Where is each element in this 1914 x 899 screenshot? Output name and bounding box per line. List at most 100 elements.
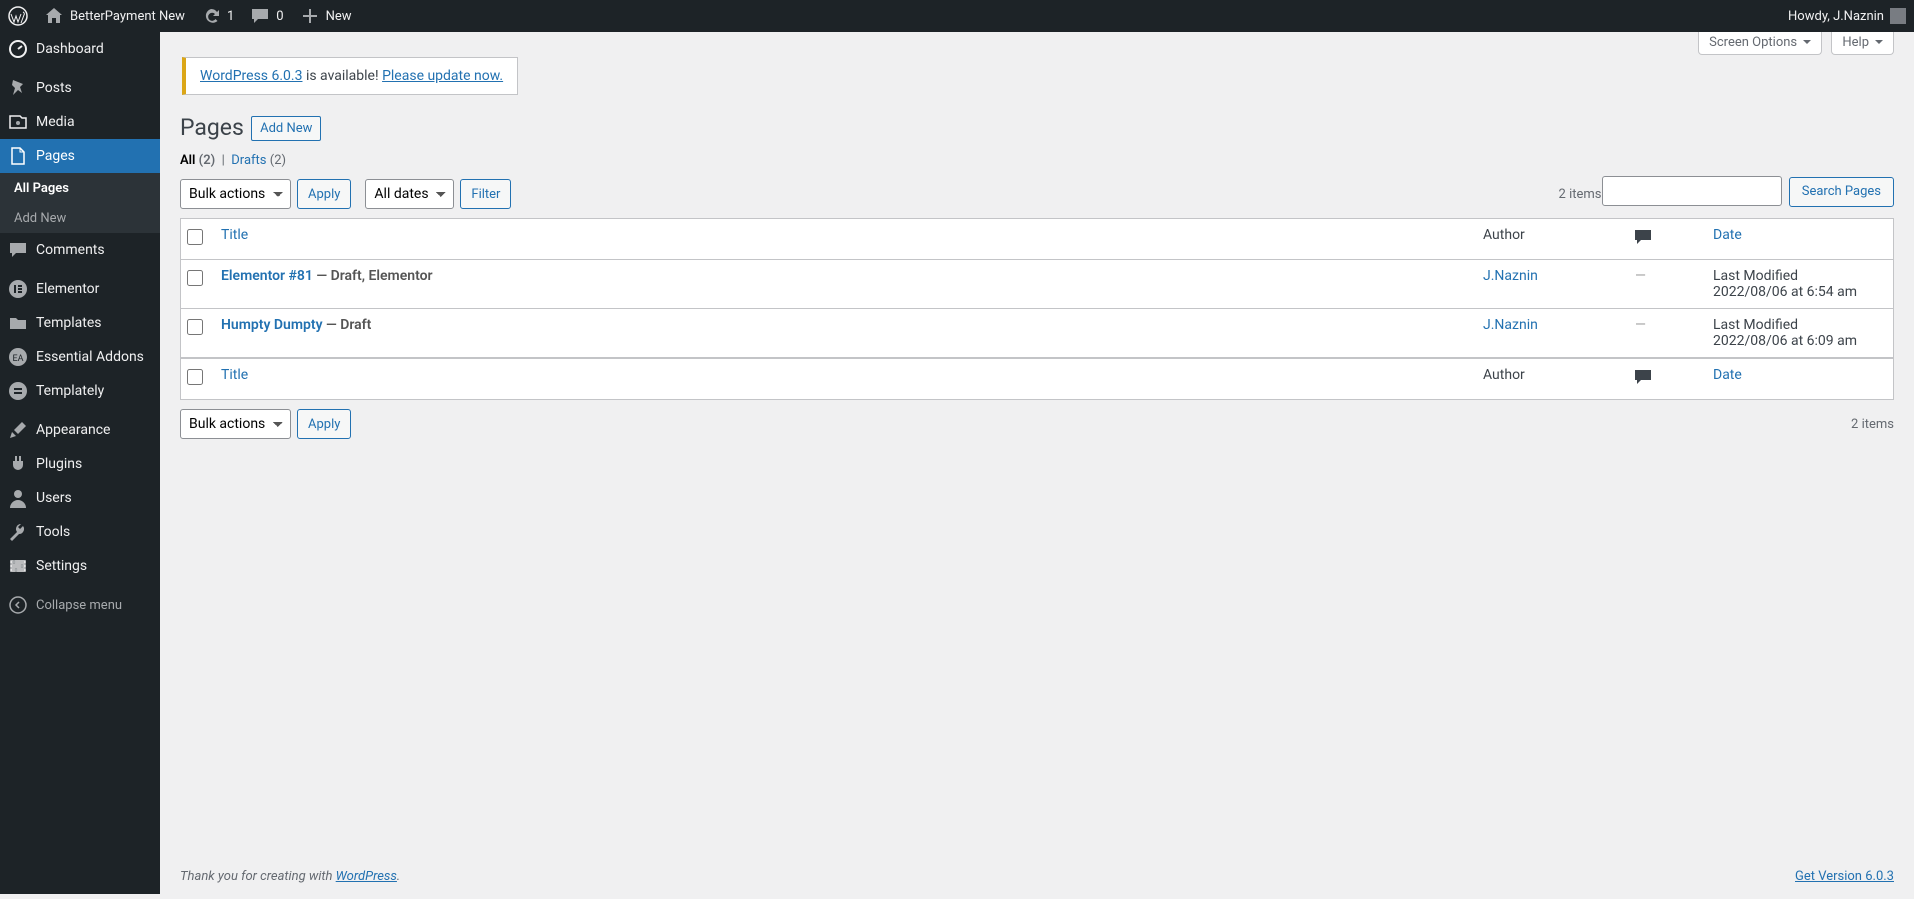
bulk-actions-select-bottom[interactable]: Bulk actions: [180, 409, 291, 439]
bulk-actions-select[interactable]: Bulk actions: [180, 179, 291, 209]
menu-label: Plugins: [36, 456, 82, 472]
submenu-add-new[interactable]: Add New: [0, 203, 160, 233]
filter-drafts[interactable]: Drafts (2): [231, 153, 286, 168]
row-checkbox[interactable]: [187, 319, 203, 335]
menu-label: Pages: [36, 148, 75, 164]
help-button[interactable]: Help: [1831, 32, 1894, 55]
update-nag: WordPress 6.0.3 is available! Please upd…: [182, 57, 518, 95]
pages-table: Title Author Date Elementor #81 — Draft,…: [180, 218, 1894, 400]
comments-icon: [1633, 227, 1653, 247]
howdy-text: Howdy, J.Naznin: [1788, 9, 1884, 24]
menu-dashboard[interactable]: Dashboard: [0, 32, 160, 66]
updates[interactable]: 1: [193, 0, 242, 32]
submenu-all-pages[interactable]: All Pages: [0, 173, 160, 203]
date-filter-select[interactable]: All dates: [365, 179, 454, 209]
menu-label: Settings: [36, 558, 87, 574]
footer-thank: Thank you for creating with: [180, 869, 336, 884]
submenu-label: Add New: [14, 211, 66, 226]
footer: Thank you for creating with WordPress. G…: [160, 854, 1914, 899]
row-author-link[interactable]: J.Naznin: [1483, 268, 1538, 284]
footer-version-link[interactable]: Get Version 6.0.3: [1795, 869, 1894, 884]
update-nag-text: is available!: [302, 68, 382, 84]
new-content[interactable]: New: [292, 0, 360, 32]
menu-label: Essential Addons: [36, 349, 144, 365]
admin-menu: Dashboard Posts Media Pages All Pages Ad…: [0, 32, 160, 894]
menu-label: Media: [36, 114, 75, 130]
menu-plugins[interactable]: Plugins: [0, 447, 160, 481]
table-row: Elementor #81 — Draft, Elementor J.Nazni…: [181, 260, 1893, 309]
new-label: New: [326, 9, 352, 24]
comments[interactable]: 0: [242, 0, 291, 32]
col-date-bottom[interactable]: Date: [1713, 367, 1742, 383]
submenu-pages: All Pages Add New: [0, 173, 160, 233]
row-title-link[interactable]: Humpty Dumpty: [221, 317, 323, 333]
add-new-button[interactable]: Add New: [251, 116, 321, 141]
post-state: — Draft: [323, 317, 372, 333]
menu-label: Elementor: [36, 281, 99, 297]
menu-settings[interactable]: Settings: [0, 549, 160, 583]
col-title-bottom[interactable]: Title: [221, 367, 248, 383]
status-filters: All (2) | Drafts (2): [180, 153, 1894, 168]
avatar: [1890, 8, 1906, 24]
col-author: Author: [1473, 219, 1623, 260]
menu-label: Tools: [36, 524, 70, 540]
row-date-status: Last Modified: [1713, 317, 1798, 333]
row-author-link[interactable]: J.Naznin: [1483, 317, 1538, 333]
col-author-bottom: Author: [1473, 358, 1623, 399]
comments-count: 0: [276, 9, 283, 24]
search-pages-button[interactable]: Search Pages: [1789, 177, 1894, 207]
menu-label: Users: [36, 490, 72, 506]
menu-appearance[interactable]: Appearance: [0, 413, 160, 447]
row-date-value: 2022/08/06 at 6:09 am: [1713, 333, 1857, 349]
menu-tools[interactable]: Tools: [0, 515, 160, 549]
submenu-label: All Pages: [14, 181, 69, 196]
apply-button-bottom[interactable]: Apply: [297, 409, 351, 439]
wp-logo[interactable]: [0, 0, 36, 32]
menu-users[interactable]: Users: [0, 481, 160, 515]
select-all-checkbox-bottom[interactable]: [187, 369, 203, 385]
footer-wp-link[interactable]: WordPress: [336, 869, 397, 884]
filter-all[interactable]: All (2): [180, 153, 215, 168]
menu-media[interactable]: Media: [0, 105, 160, 139]
site-name[interactable]: BetterPayment New: [36, 0, 193, 32]
menu-templates[interactable]: Templates: [0, 306, 160, 340]
menu-label: Comments: [36, 242, 105, 258]
items-count-bottom: 2 items: [1851, 417, 1894, 432]
menu-label: Dashboard: [36, 41, 104, 57]
menu-label: Posts: [36, 80, 72, 96]
menu-essential-addons[interactable]: Essential Addons: [0, 340, 160, 374]
row-title-link[interactable]: Elementor #81: [221, 268, 313, 284]
row-comments: —: [1635, 268, 1646, 284]
filter-button[interactable]: Filter: [460, 179, 511, 209]
tablenav-top: Bulk actions Apply All dates Filter 2 it…: [180, 176, 1602, 212]
menu-posts[interactable]: Posts: [0, 71, 160, 105]
update-now-link[interactable]: Please update now.: [382, 68, 503, 84]
menu-comments[interactable]: Comments: [0, 233, 160, 267]
updates-count: 1: [227, 9, 234, 24]
row-date-value: 2022/08/06 at 6:54 am: [1713, 284, 1857, 300]
table-row: Humpty Dumpty — Draft J.Naznin — Last Mo…: [181, 309, 1893, 358]
collapse-menu[interactable]: Collapse menu: [0, 588, 160, 622]
my-account[interactable]: Howdy, J.Naznin: [1780, 0, 1914, 32]
admin-toolbar: BetterPayment New 1 0 New Howdy, J.Nazni…: [0, 0, 1914, 32]
screen-options-button[interactable]: Screen Options: [1698, 32, 1822, 55]
collapse-label: Collapse menu: [36, 598, 122, 613]
menu-label: Templates: [36, 315, 102, 331]
search-input[interactable]: [1602, 176, 1782, 206]
apply-button[interactable]: Apply: [297, 179, 351, 209]
update-nag-version-link[interactable]: WordPress 6.0.3: [200, 68, 302, 84]
menu-label: Templately: [36, 383, 104, 399]
row-checkbox[interactable]: [187, 270, 203, 286]
menu-pages[interactable]: Pages: [0, 139, 160, 173]
menu-elementor[interactable]: Elementor: [0, 272, 160, 306]
menu-templately[interactable]: Templately: [0, 374, 160, 408]
col-title[interactable]: Title: [221, 227, 248, 243]
search-box: Search Pages: [1602, 176, 1895, 207]
comments-icon: [1633, 367, 1653, 387]
screen-meta-links: Screen Options Help: [1692, 32, 1894, 55]
row-comments: —: [1635, 317, 1646, 333]
col-date[interactable]: Date: [1713, 227, 1742, 243]
menu-label: Appearance: [36, 422, 110, 438]
page-title: Pages: [180, 105, 244, 145]
select-all-checkbox[interactable]: [187, 229, 203, 245]
